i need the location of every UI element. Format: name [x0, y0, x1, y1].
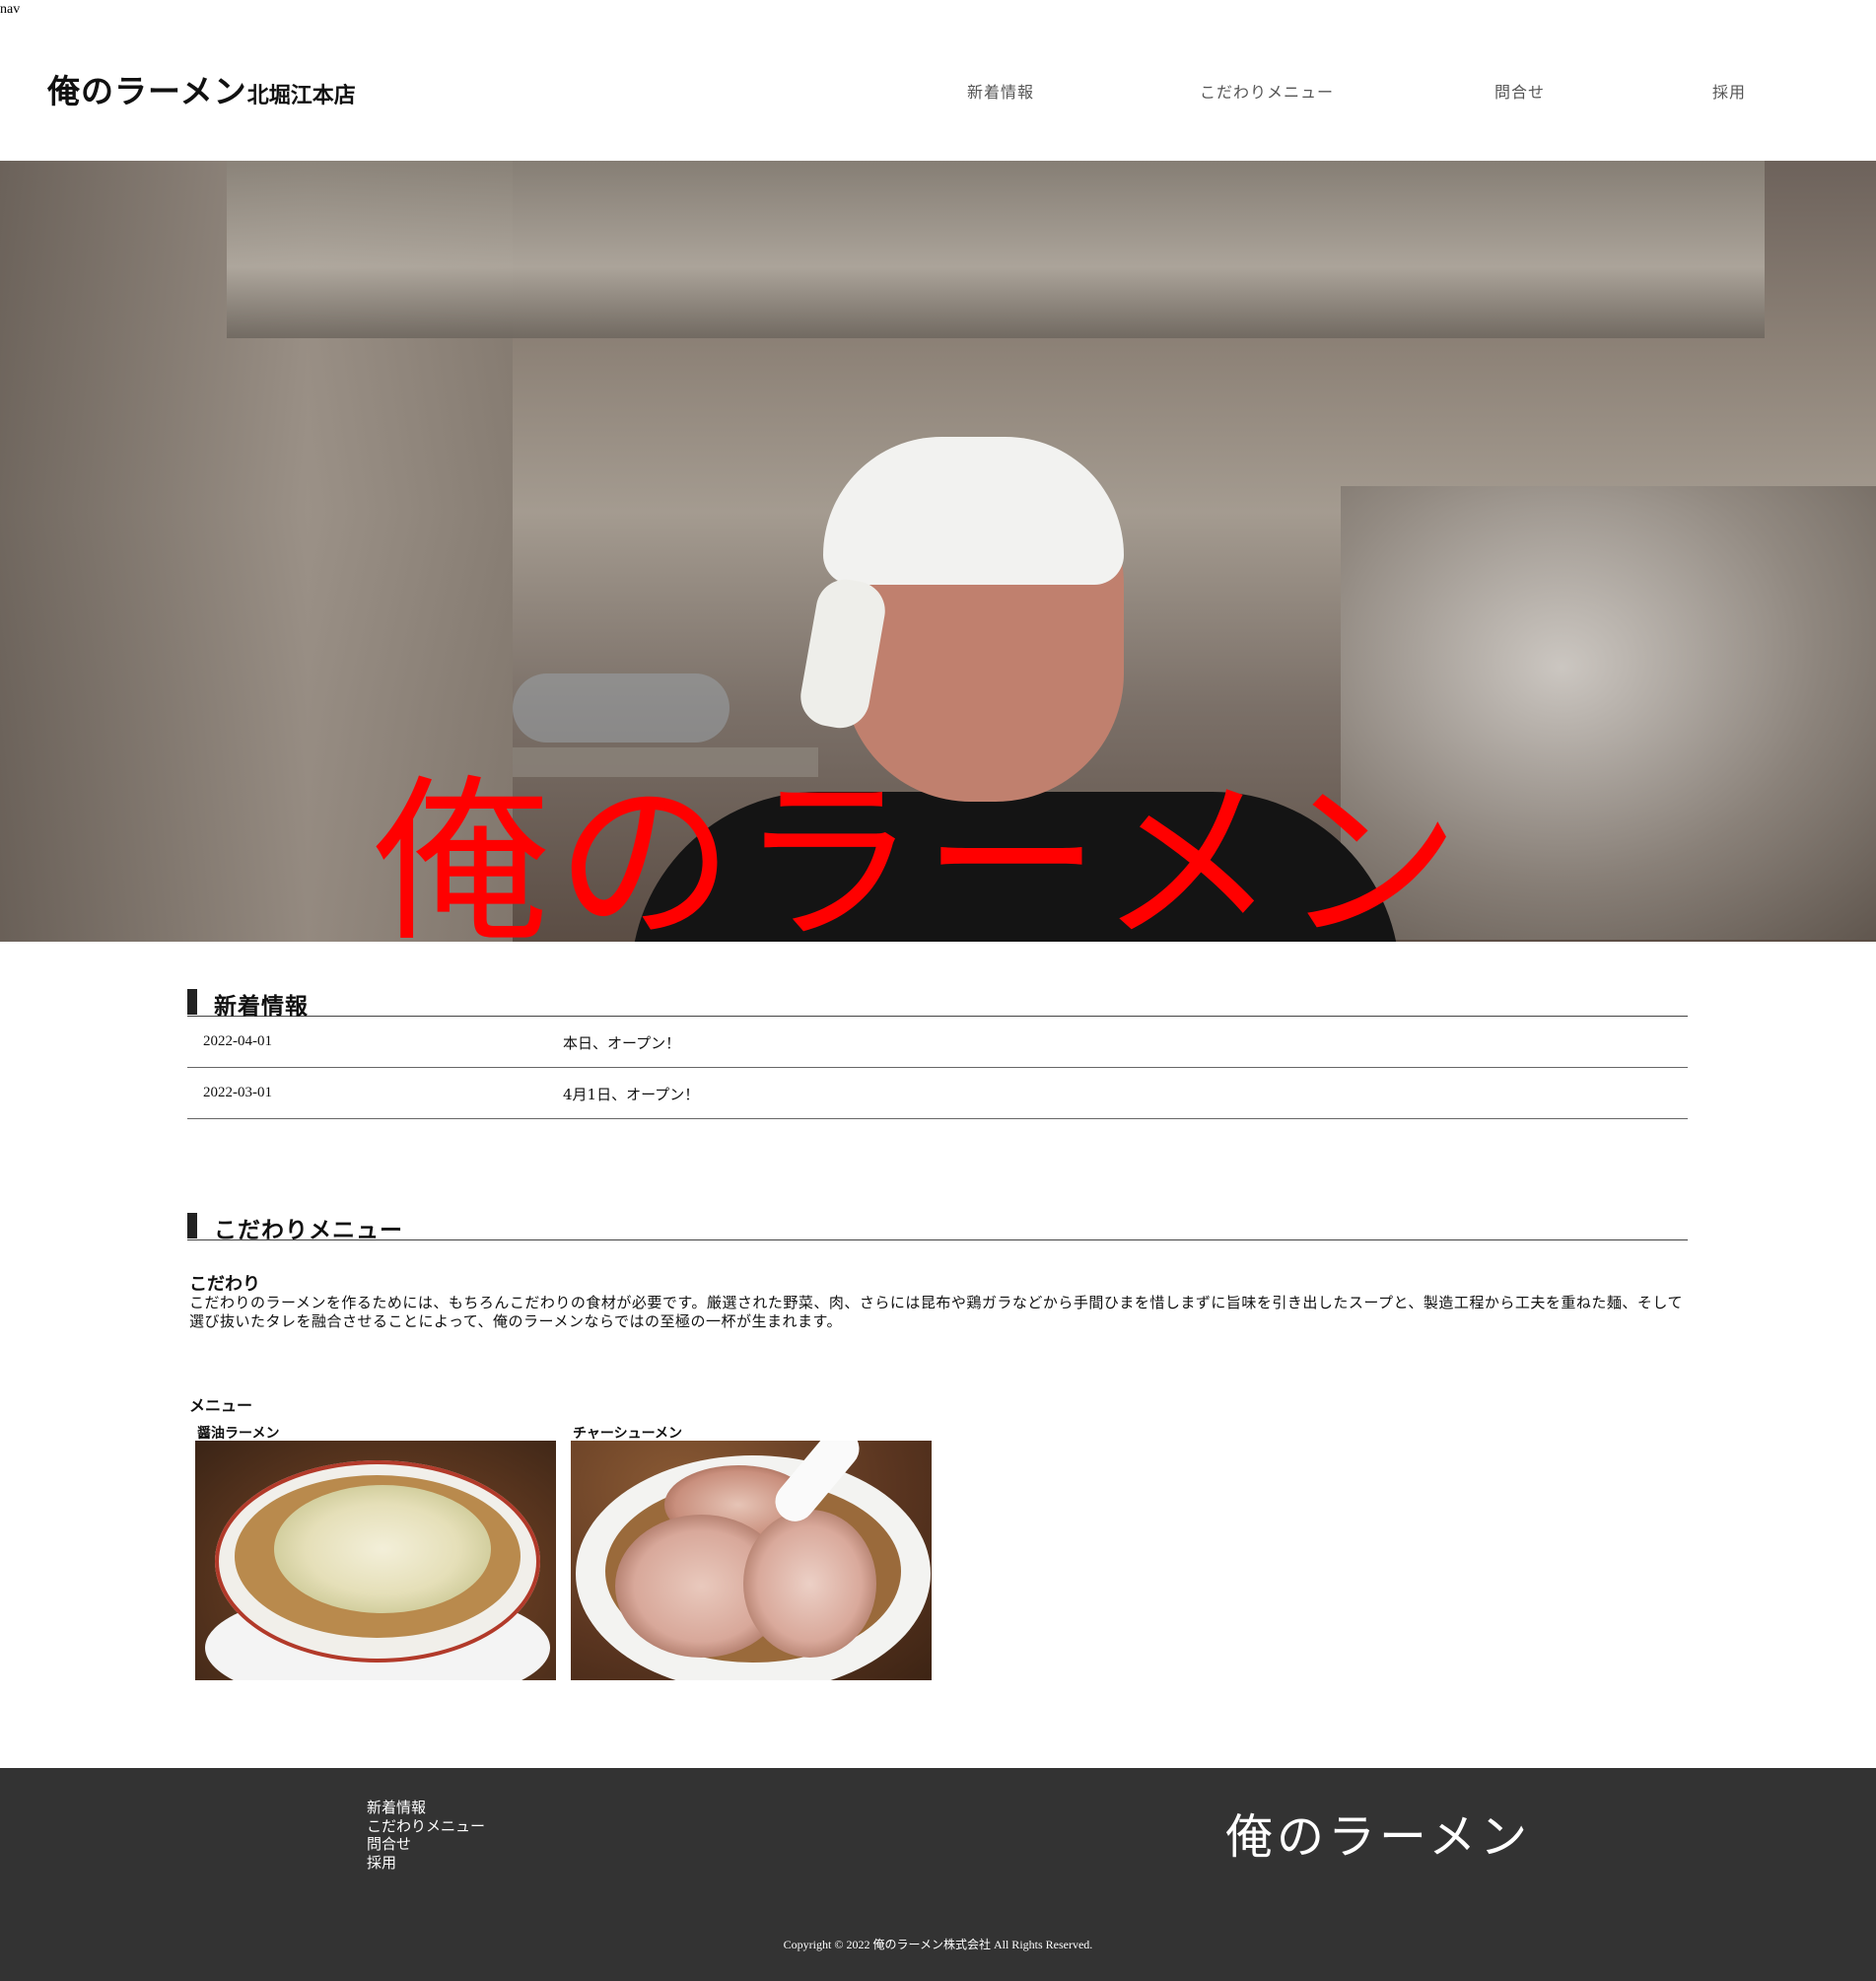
menu-item-shoyu: 醤油ラーメン: [195, 1423, 556, 1680]
news-heading: 新着情報: [214, 993, 309, 1020]
logo-brand: 俺のラーメン: [47, 72, 247, 110]
hero-image: 俺のラーメン: [0, 161, 1876, 942]
menu-item-name: チャーシューメン: [573, 1426, 683, 1442]
site-logo[interactable]: 俺のラーメン北堀江本店: [47, 65, 356, 112]
chashu-ramen-photo: [571, 1441, 932, 1680]
news-date: 2022-04-01: [203, 1033, 272, 1049]
nav-link-news[interactable]: 新着情報: [967, 79, 1034, 103]
nav-link-contact[interactable]: 問合せ: [1494, 79, 1545, 103]
site-footer: 新着情報 こだわりメニュー 問合せ 採用 俺のラーメン Copyright © …: [0, 1768, 1876, 1981]
kodawari-heading: こだわりメニュー: [214, 1217, 403, 1243]
kodawari-subheading: こだわり: [189, 1274, 260, 1295]
news-text: 本日、オープン！: [563, 1034, 681, 1052]
footer-link-news[interactable]: 新着情報: [367, 1799, 485, 1817]
menu-item-name: 醤油ラーメン: [197, 1426, 280, 1442]
news-row: 2022-03-01 4月1日、オープン！: [187, 1068, 1688, 1119]
site-header: 俺のラーメン北堀江本店 新着情報 こだわりメニュー 問合せ 採用: [0, 0, 1876, 161]
heading-bar: [187, 989, 197, 1015]
hero-bg-hood: [227, 161, 1765, 338]
heading-bar: [187, 1213, 197, 1238]
photo-pork-slice: [743, 1510, 876, 1658]
footer-nav: 新着情報 こだわりメニュー 問合せ 採用: [367, 1799, 485, 1872]
footer-logo[interactable]: 俺のラーメン: [1225, 1798, 1531, 1867]
footer-link-recruit[interactable]: 採用: [367, 1854, 485, 1873]
nav-link-recruit[interactable]: 採用: [1712, 79, 1746, 103]
copyright-text: Copyright © 2022 俺のラーメン株式会社 All Rights R…: [783, 1938, 1093, 1951]
menu-label: メニュー: [189, 1396, 253, 1415]
menu-item-chashu: チャーシューメン: [571, 1423, 932, 1680]
nav-link-kodawari-menu[interactable]: こだわりメニュー: [1200, 79, 1334, 103]
news-row: 2022-04-01 本日、オープン！: [187, 1017, 1688, 1068]
photo-vegetables: [274, 1485, 491, 1613]
hero-chef-towel: [823, 437, 1124, 585]
news-section-header: 新着情報: [187, 989, 1688, 1020]
kodawari-section-header: こだわりメニュー: [187, 1213, 1688, 1243]
footer-link-kodawari-menu[interactable]: こだわりメニュー: [367, 1817, 485, 1836]
shoyu-ramen-photo: [195, 1441, 556, 1680]
logo-branch: 北堀江本店: [246, 83, 356, 108]
kodawari-description: こだわりのラーメンを作るためには、もちろんこだわりの食材が必要です。厳選された野…: [189, 1294, 1683, 1330]
footer-link-contact[interactable]: 問合せ: [367, 1835, 485, 1854]
news-date: 2022-03-01: [203, 1085, 272, 1100]
hero-title: 俺のラーメン: [373, 760, 1466, 942]
news-text: 4月1日、オープン！: [563, 1086, 700, 1103]
